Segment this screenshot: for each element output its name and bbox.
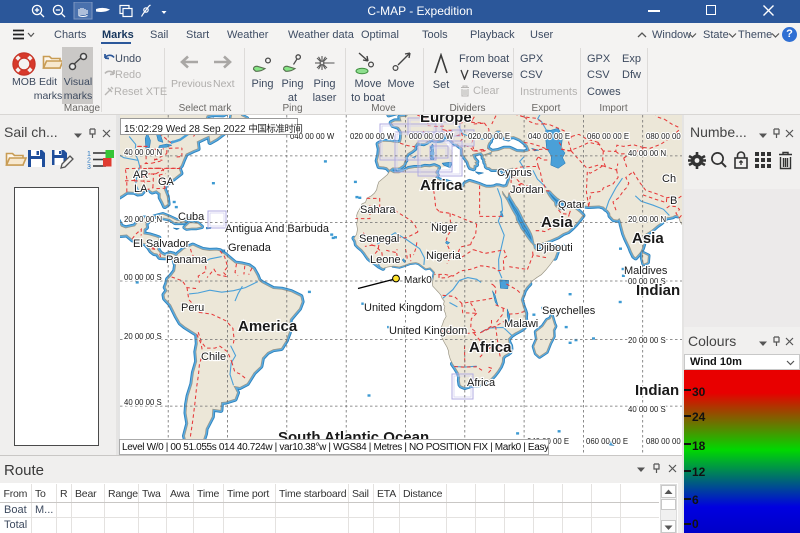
svg-text:3: 3 [87, 164, 91, 169]
